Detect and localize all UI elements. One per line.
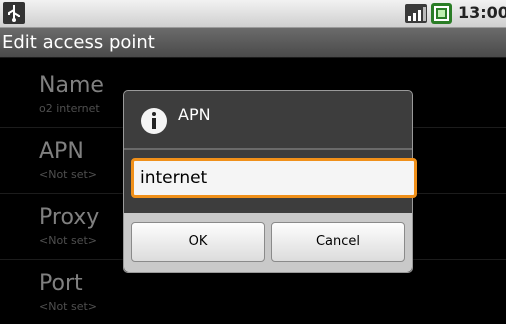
dialog-header: APN: [124, 91, 412, 147]
status-bar: 13:00: [0, 0, 506, 28]
cancel-button[interactable]: Cancel: [271, 222, 405, 262]
title-bar: Edit access point: [0, 28, 506, 58]
signal-icon: [405, 4, 427, 23]
apn-input[interactable]: [131, 158, 417, 198]
dialog-title: APN: [178, 105, 211, 124]
page-title: Edit access point: [2, 32, 155, 53]
ok-button[interactable]: OK: [131, 222, 265, 262]
battery-icon: [431, 3, 452, 24]
usb-icon: [3, 2, 25, 24]
apn-dialog: APN OK Cancel: [123, 90, 417, 273]
info-icon: [141, 108, 167, 134]
clock: 13:00: [458, 3, 506, 22]
dialog-buttons: OK Cancel: [124, 213, 412, 272]
dialog-body: [124, 150, 417, 213]
